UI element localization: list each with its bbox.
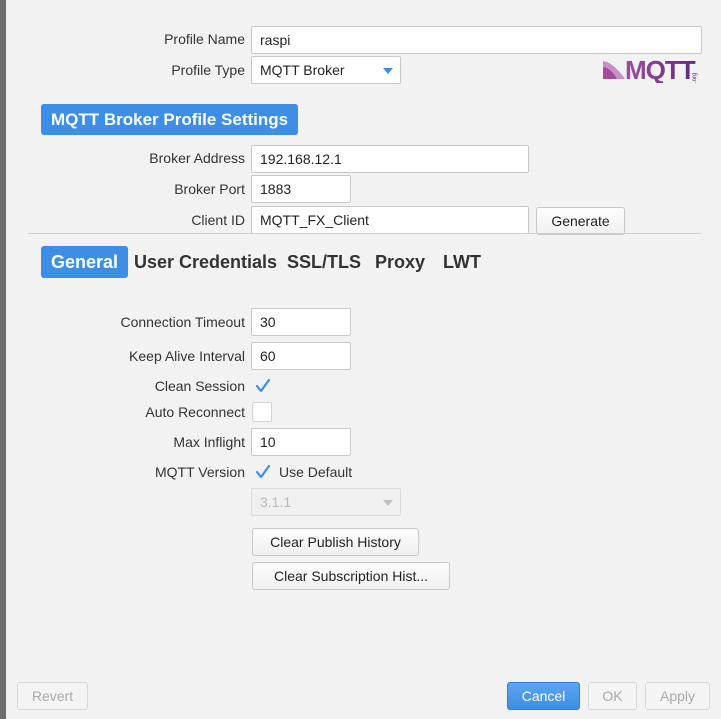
profile-name-input[interactable]: raspi	[251, 26, 702, 54]
clear-publish-history-button[interactable]: Clear Publish History	[252, 528, 419, 556]
broker-address-input[interactable]: 192.168.12.1	[251, 145, 529, 173]
broker-settings-header: MQTT Broker Profile Settings	[41, 104, 299, 135]
auto-reconnect-label: Auto Reconnect	[145, 404, 245, 420]
mqtt-version-select[interactable]: 3.1.1	[251, 488, 401, 516]
checkmark-icon	[255, 378, 271, 393]
client-id-input[interactable]: MQTT_FX_Client	[251, 206, 529, 234]
tab-general[interactable]: General	[41, 246, 129, 278]
client-id-label: Client ID	[191, 212, 245, 228]
mqtt-logo-subtext: .org	[692, 73, 698, 83]
ok-button[interactable]: OK	[588, 682, 637, 710]
auto-reconnect-checkbox[interactable]	[252, 402, 272, 422]
tab-ssl-tls[interactable]: SSL/TLS	[277, 246, 371, 278]
chevron-down-icon	[383, 68, 393, 74]
broker-port-label: Broker Port	[174, 181, 245, 197]
clear-subscription-history-button[interactable]: Clear Subscription Hist...	[252, 562, 450, 590]
keep-alive-label: Keep Alive Interval	[129, 348, 245, 364]
revert-button[interactable]: Revert	[17, 682, 88, 710]
clean-session-label: Clean Session	[154, 378, 245, 394]
tab-proxy[interactable]: Proxy	[365, 246, 435, 278]
use-default-checkbox[interactable]	[252, 462, 272, 482]
chevron-down-icon	[383, 500, 393, 506]
profile-type-select[interactable]: MQTT Broker	[251, 56, 401, 84]
max-inflight-input[interactable]: 10	[251, 428, 351, 456]
keep-alive-input[interactable]: 60	[251, 342, 351, 370]
mqtt-logo-text: MQTT	[625, 57, 696, 83]
divider	[28, 233, 701, 234]
profile-type-label: Profile Type	[171, 62, 245, 78]
tab-lwt[interactable]: LWT	[433, 246, 491, 278]
profile-type-value: MQTT Broker	[260, 62, 345, 78]
apply-button[interactable]: Apply	[645, 682, 710, 710]
cancel-button[interactable]: Cancel	[507, 682, 580, 710]
max-inflight-label: Max Inflight	[173, 434, 245, 450]
connection-timeout-label: Connection Timeout	[120, 314, 245, 330]
connection-timeout-input[interactable]: 30	[251, 308, 351, 336]
profile-name-label: Profile Name	[164, 31, 245, 47]
checkmark-icon	[255, 464, 271, 479]
mqtt-version-label: MQTT Version	[155, 464, 245, 480]
broker-port-input[interactable]: 1883	[251, 175, 351, 203]
generate-button[interactable]: Generate	[536, 207, 625, 235]
use-default-label: Use Default	[279, 464, 353, 480]
broker-address-label: Broker Address	[149, 150, 245, 166]
mqtt-version-value: 3.1.1	[260, 494, 292, 510]
tab-user-credentials[interactable]: User Credentials	[124, 246, 287, 278]
clean-session-checkbox[interactable]	[252, 376, 272, 396]
mqtt-logo: MQTT .org	[603, 55, 703, 85]
window-left-border	[0, 0, 6, 719]
